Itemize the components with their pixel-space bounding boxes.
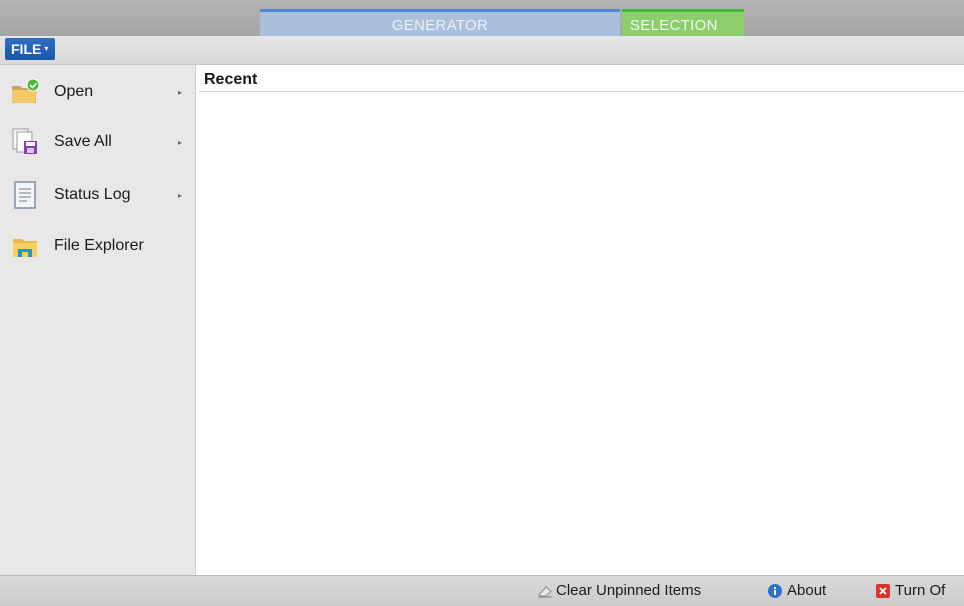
file-explorer-icon bbox=[10, 231, 40, 261]
menu-item-open[interactable]: Open ▸ bbox=[0, 67, 195, 117]
menu-item-label: Open bbox=[54, 83, 94, 100]
submenu-arrow-icon: ▸ bbox=[178, 87, 183, 97]
bottom-bar: Clear Unpinned Items About Turn Of bbox=[0, 575, 964, 606]
file-menu-label: FILE bbox=[11, 41, 42, 57]
info-icon bbox=[768, 583, 782, 598]
submenu-arrow-icon: ▸ bbox=[178, 190, 183, 200]
turn-off-label: Turn Of bbox=[895, 582, 946, 599]
submenu-arrow-icon: ▸ bbox=[178, 137, 183, 147]
menu-item-label: File Explorer bbox=[54, 237, 144, 254]
menu-item-file-explorer[interactable]: File Explorer bbox=[0, 221, 195, 271]
recent-panel: Recent bbox=[196, 65, 964, 575]
tab-generator[interactable]: GENERATOR bbox=[260, 9, 620, 36]
menu-item-label: Save All bbox=[54, 133, 112, 150]
eraser-icon bbox=[537, 584, 552, 598]
menu-item-status-log[interactable]: Status Log ▸ bbox=[0, 170, 195, 220]
turn-off-button[interactable]: Turn Of bbox=[876, 582, 945, 599]
file-row: FILE ▾ bbox=[0, 36, 964, 65]
menu-item-label: Status Log bbox=[54, 186, 131, 203]
recent-heading: Recent bbox=[204, 71, 258, 88]
status-log-icon bbox=[10, 180, 40, 210]
context-tab-strip: GENERATOR SELECTION bbox=[0, 0, 964, 36]
chevron-down-icon: ▾ bbox=[44, 44, 49, 53]
about-button[interactable]: About bbox=[768, 582, 826, 599]
close-icon bbox=[876, 583, 890, 598]
tab-selection[interactable]: SELECTION bbox=[622, 9, 744, 36]
clear-unpinned-label: Clear Unpinned Items bbox=[556, 582, 702, 599]
file-menu-button[interactable]: FILE ▾ bbox=[5, 38, 56, 60]
about-label: About bbox=[787, 582, 827, 599]
menu-item-save-all[interactable]: Save All ▸ bbox=[0, 117, 195, 167]
save-all-icon bbox=[10, 127, 40, 157]
divider bbox=[198, 91, 964, 92]
open-folder-icon bbox=[10, 77, 40, 107]
clear-unpinned-button[interactable]: Clear Unpinned Items bbox=[537, 582, 701, 599]
file-menu-pane: Open ▸ Save All ▸ Status Log ▸ File Expl… bbox=[0, 65, 196, 575]
